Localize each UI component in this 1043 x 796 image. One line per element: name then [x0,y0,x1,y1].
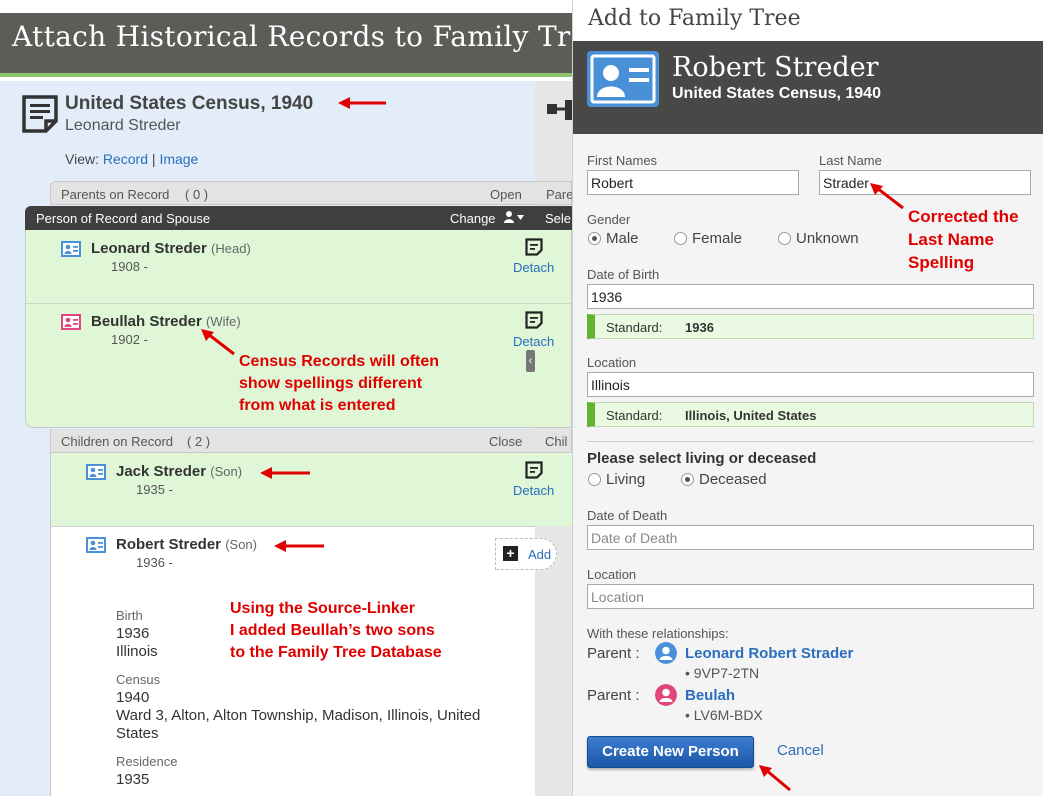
living-deceased-prompt: Please select living or deceased [587,450,817,467]
record-title: United States Census, 1940 [65,93,314,114]
panel-title: Add to Family Tree [588,6,801,31]
relationship-parent-link[interactable]: Beulah [685,687,735,704]
record-doc-icon [525,461,543,479]
cancel-link[interactable]: Cancel [777,742,824,759]
female-person-card-icon [61,314,81,330]
annotation-census-spelling: Census Records will often show spellings… [239,353,440,414]
person-year: 1936 - [136,555,173,570]
person-card-icon [587,51,659,107]
male-person-card-icon [86,464,106,480]
female-avatar-icon [655,684,677,706]
parents-bar[interactable]: Parents on Record ( 0 ) Open Pare [50,181,573,205]
person-year: 1935 - [136,482,173,497]
gender-unknown-radio[interactable] [778,232,791,245]
person-of-record-bar: Person of Record and Spouse Change Sele [25,206,572,230]
date-of-birth-input[interactable] [587,284,1034,309]
person-name-leonard[interactable]: Leonard Streder (Head) [91,240,251,257]
male-person-card-icon [86,537,106,553]
last-name-input[interactable] [819,170,1031,195]
parents-open-toggle[interactable]: Open [490,187,522,202]
dob-standard-badge: Standard: 1936 [587,314,1034,339]
male-person-card-icon [61,241,81,257]
divider [26,303,572,304]
child-name-jack[interactable]: Jack Streder (Son) [116,463,242,480]
add-to-tree-panel: Add to Family Tree Robert Streder United… [572,0,1043,796]
children-bar[interactable]: Children on Record ( 2 ) Close Chil [50,429,572,453]
date-of-death-input[interactable] [587,525,1034,550]
create-new-person-button[interactable]: Create New Person [587,736,754,768]
location-standard-badge: Standard: Illinois, United States [587,402,1034,427]
child-name-robert[interactable]: Robert Streder (Son) [116,536,257,553]
birth-location-input[interactable] [587,372,1034,397]
annotation-corrected-spelling: Corrected the Last Name Spelling [908,207,1019,272]
living-radio[interactable] [588,473,601,486]
person-year: 1908 - [111,259,148,274]
annotation-arrow-icon [274,540,324,552]
first-names-input[interactable] [587,170,799,195]
view-image-link[interactable]: Image [159,151,198,167]
divider [587,441,1034,442]
annotation-arrow-icon [201,329,235,356]
annotation-source-linker: Using the Source-Linker I added Beullah’… [230,600,442,661]
record-doc-icon [525,311,543,329]
detach-link[interactable]: Detach [513,334,554,349]
gender-male-radio[interactable] [588,232,601,245]
view-row: View: Record | Image [65,151,199,167]
collapse-handle-icon[interactable]: ‹ [526,350,535,372]
add-link[interactable]: Add [528,547,551,562]
detach-link[interactable]: Detach [513,260,554,275]
relationship-parent-link[interactable]: Leonard Robert Strader [685,645,853,662]
view-record-link[interactable]: Record [103,151,148,167]
connector-icon [547,100,572,120]
record-document-icon [22,95,58,133]
panel-source: United States Census, 1940 [672,85,881,102]
children-close-toggle[interactable]: Close [489,434,522,449]
panel-person-name: Robert Streder [672,52,879,83]
annotation-arrow-icon [338,97,386,109]
annotation-arrow-icon [870,183,904,210]
change-button[interactable]: Change [450,211,496,226]
deceased-radio[interactable] [681,473,694,486]
annotation-arrow-icon [759,765,791,792]
male-avatar-icon [655,642,677,664]
death-location-input[interactable] [587,584,1034,609]
person-year: 1902 - [111,332,148,347]
page-title: Attach Historical Records to Family Tree [12,20,605,53]
detach-link[interactable]: Detach [513,483,554,498]
plus-icon[interactable]: + [503,546,518,561]
gender-female-radio[interactable] [674,232,687,245]
record-doc-icon [525,238,543,256]
person-dropdown-icon[interactable] [503,210,525,224]
record-person: Leonard Streder [65,117,181,134]
annotation-arrow-icon [260,467,310,479]
